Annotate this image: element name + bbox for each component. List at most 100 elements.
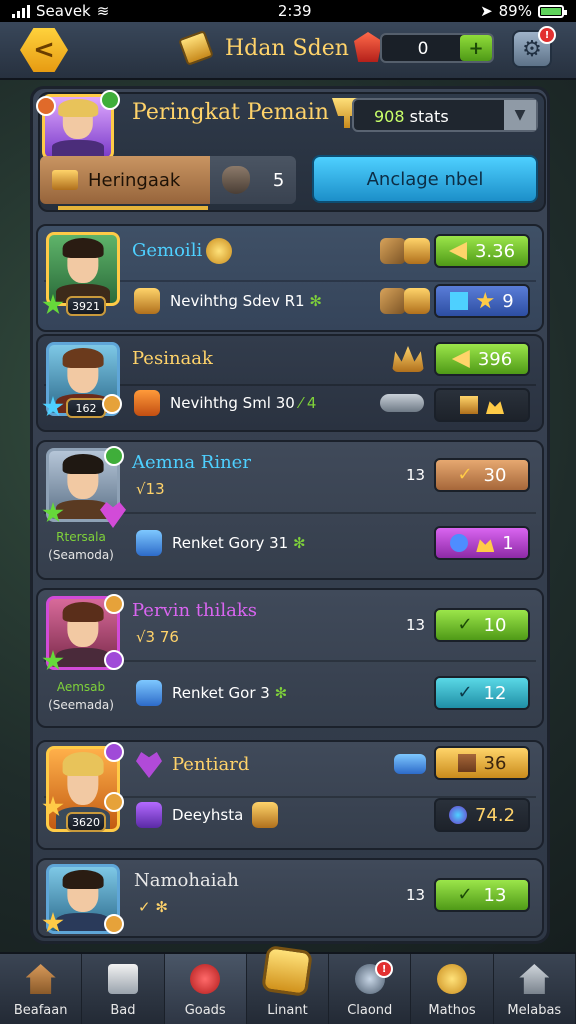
nav-item-melabas[interactable]: Melabas: [494, 954, 576, 1024]
star-icon: [476, 292, 494, 309]
player-count: 13: [406, 616, 426, 634]
wifi-icon: ≋: [96, 2, 110, 20]
arrow-icon: [448, 242, 467, 260]
home-icon: [519, 964, 550, 994]
score-value: 10: [483, 614, 507, 636]
check-icon: ✓: [457, 614, 473, 635]
player-line: Nevihthg Sdev R1 ✻: [170, 292, 322, 310]
score-pill[interactable]: 3.36: [434, 234, 530, 268]
back-arrow-icon: <: [33, 35, 55, 65]
reward-pill[interactable]: 74.2: [434, 798, 530, 832]
settings-button[interactable]: ⚙ !: [512, 26, 556, 68]
carrier-label: Seavek: [36, 2, 91, 20]
score-pill[interactable]: ✓ 30: [434, 458, 530, 492]
nav-item-bad[interactable]: Bad: [82, 954, 165, 1024]
avatar-hair: [62, 453, 104, 475]
status-right: ➤ 89%: [480, 2, 567, 20]
player-name: Pentiard: [172, 754, 250, 775]
stats-suffix: stats: [409, 107, 449, 126]
score-pill[interactable]: ✓ 10: [434, 608, 530, 642]
add-currency-button[interactable]: +: [460, 35, 492, 61]
level-badge: 162: [66, 398, 106, 418]
edit-icon: [107, 964, 138, 994]
level-badge: 3921: [66, 296, 106, 316]
player-count: 13: [406, 466, 426, 484]
reward-pill[interactable]: 1: [434, 526, 530, 560]
score-pill[interactable]: ✓ 13: [434, 878, 530, 912]
player-avatar-1[interactable]: [46, 232, 120, 306]
check-icon: ✓: [457, 464, 473, 485]
nav-item-linant[interactable]: Linant: [247, 945, 330, 1024]
gem-badge-icon: [104, 650, 124, 670]
clock: 2:39: [277, 2, 312, 20]
shield-icon: [136, 680, 162, 706]
avatar-hair: [62, 752, 104, 777]
gold-icon: [457, 754, 476, 772]
tab-ranking[interactable]: Heringaak: [40, 156, 210, 204]
coin-icon: [437, 964, 468, 994]
reward-value: 1: [502, 532, 514, 554]
gem-icon: [450, 534, 469, 552]
player-line: Renket Gor 3 ✻: [172, 684, 287, 702]
player-line-text: Renket Gory 31: [172, 534, 289, 552]
nav-label: Bad: [110, 1003, 136, 1018]
back-button[interactable]: <: [20, 28, 68, 72]
avatar-hair: [62, 347, 104, 369]
notification-badge: !: [375, 960, 394, 978]
score-pill[interactable]: 396: [434, 342, 530, 376]
player-count: 13: [406, 886, 426, 904]
stats-select[interactable]: 908 stats ▼: [352, 98, 538, 132]
avatar-shirt: [51, 140, 105, 157]
stats-value: 908: [374, 107, 405, 126]
nav-item-claond[interactable]: ! Claond: [329, 954, 412, 1024]
reward-pill[interactable]: [434, 388, 530, 422]
leaderboard-title: Peringkat Pemain: [132, 100, 329, 125]
player-name: Gemoili: [132, 240, 203, 261]
action-button[interactable]: Anclage nbel: [312, 155, 538, 203]
level-badge-icon: [104, 446, 124, 466]
player-name: Aemna Riner: [132, 452, 251, 473]
currency-value: 0: [417, 39, 429, 59]
score-pill[interactable]: 36: [434, 746, 530, 780]
avatar-shirt: [55, 647, 111, 667]
player-guild-note: (Seemada): [48, 698, 114, 712]
bottom-nav: Beafaan Bad Goads Linant ! Claond Mathos…: [0, 945, 576, 1024]
nav-label: Claond: [347, 1003, 393, 1018]
score-value: 13: [483, 884, 507, 906]
nav-label: Mathos: [428, 1003, 476, 1018]
score-value: 3.36: [474, 240, 516, 262]
player-name: Pesinaak: [132, 348, 213, 369]
score-value: 36: [483, 752, 507, 774]
currency-box: 0 +: [380, 33, 494, 63]
chevron-down-icon[interactable]: ▼: [504, 100, 536, 130]
shield-icon: [136, 530, 162, 556]
nav-label: Goads: [184, 1003, 226, 1018]
chest-icon: [52, 170, 78, 190]
tab-count[interactable]: 5: [210, 156, 296, 204]
nav-item-mathos[interactable]: Mathos: [411, 954, 494, 1024]
screen-title: Hdan Sden: [225, 36, 349, 61]
gold-icon: [404, 238, 430, 264]
medal-icon: [104, 914, 124, 934]
reward-pill[interactable]: 9: [434, 284, 530, 318]
ticket-icon: [394, 754, 426, 774]
nav-item-goads[interactable]: Goads: [164, 954, 247, 1024]
notification-badge: !: [538, 26, 556, 44]
gold-icon: [404, 288, 430, 314]
potion-icon: [136, 802, 162, 828]
player-stat: √13: [136, 480, 165, 498]
avatar-shirt: [55, 913, 111, 931]
battery-percent: 89%: [498, 2, 532, 20]
reward-pill[interactable]: ✓ 12: [434, 676, 530, 710]
player-line-text: Nevihthg Sdev R1: [170, 292, 305, 310]
gem-icon: [190, 964, 221, 994]
score-value: 30: [483, 464, 507, 486]
player-line-text: Renket Gor 3: [172, 684, 270, 702]
player-line-extra: ✻: [293, 534, 306, 552]
gold-bar-icon: [178, 30, 214, 66]
nav-item-beafaan[interactable]: Beafaan: [0, 954, 83, 1024]
player-line-extra: ✻: [309, 292, 322, 310]
player-line: Nevihthg Sml 30 ⁄ 4: [170, 394, 316, 412]
battery-icon: [537, 4, 567, 18]
player-guild: Rtersala: [56, 530, 106, 544]
